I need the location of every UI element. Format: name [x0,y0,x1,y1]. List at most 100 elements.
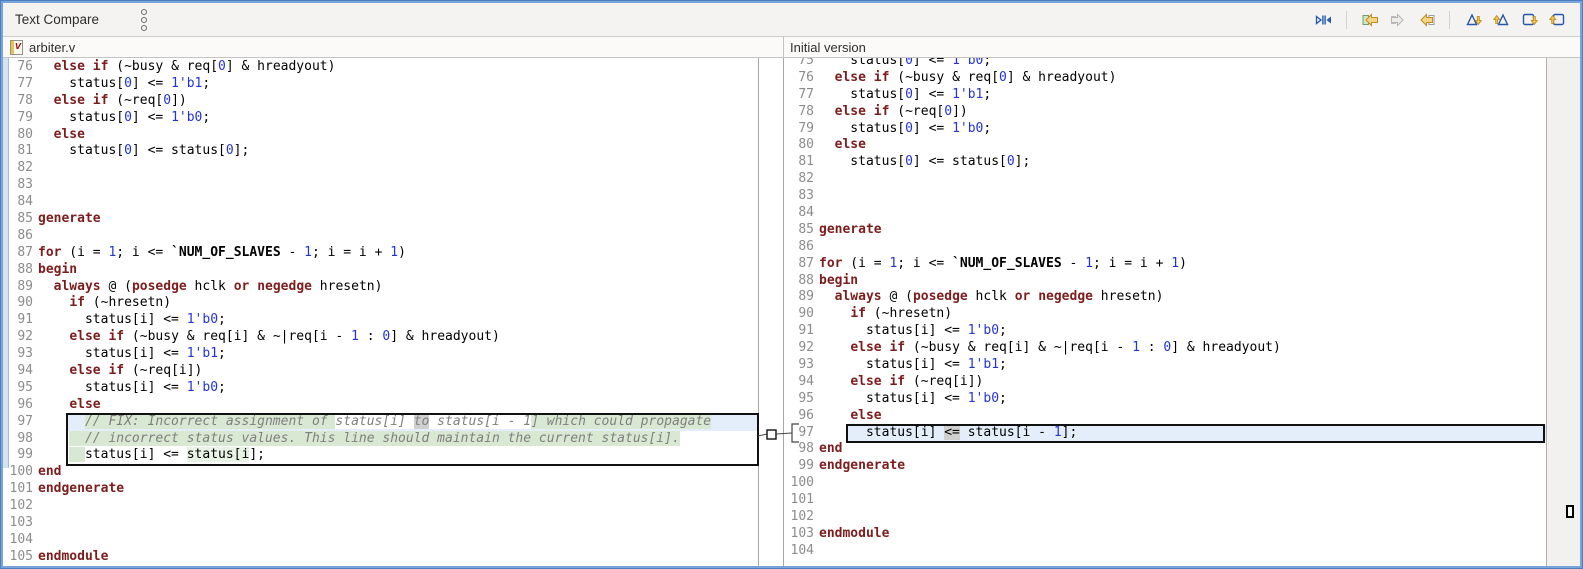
code-line-row: 80 else [3,127,758,144]
code-line[interactable]: begin [819,273,1546,290]
code-line[interactable]: else if (~busy & req[0] & hreadyout) [38,59,758,76]
code-line[interactable]: end [38,464,758,481]
code-line[interactable]: endmodule [38,549,758,566]
code-line-row: 87 for (i = 1; i <= `NUM_OF_SLAVES - 1; i… [3,245,758,262]
code-line[interactable]: endmodule [819,526,1546,543]
code-line[interactable]: // incorrect status values. This line sh… [38,430,758,448]
code-line[interactable]: else if (~req[0]) [38,93,758,110]
previous-change-icon[interactable] [1548,11,1566,29]
code-line[interactable]: for (i = 1; i <= `NUM_OF_SLAVES - 1; i =… [819,256,1546,273]
code-line-row: 103 endmodule [784,526,1546,543]
code-line[interactable]: end [819,441,1546,458]
code-line[interactable]: else [38,127,758,144]
code-line[interactable] [38,194,758,211]
left-file-label: arbiter.v [29,39,76,55]
right-pane-header: Initial version [783,37,1580,57]
overview-ruler[interactable] [1546,58,1580,566]
line-number: 105 [9,548,33,564]
code-line[interactable] [38,160,758,177]
code-line[interactable]: // FIX: Incorrect assignment of status[i… [38,413,758,431]
code-line[interactable]: status[0] <= 1'b1; [819,87,1546,104]
next-change-icon[interactable] [1520,11,1538,29]
line-number: 97 [798,424,814,440]
line-number: 84 [798,205,814,221]
code-line[interactable]: generate [819,222,1546,239]
code-line[interactable]: status[i] <= 1'b1; [819,357,1546,374]
line-number: 103 [790,525,814,541]
code-line[interactable]: else if (~req[i]) [38,363,758,380]
code-line[interactable]: begin [38,262,758,279]
right-code-pane[interactable]: 75 status[0] <= 1'b0; 76 else if (~busy &… [783,58,1546,566]
code-line[interactable] [819,492,1546,509]
code-line[interactable]: status[i] <= 1'b0; [819,391,1546,408]
code-line[interactable]: else if (~busy & req[0] & hreadyout) [819,70,1546,87]
next-difference-icon[interactable] [1464,11,1482,29]
code-line[interactable]: status[i] <= 1'b0; [38,380,758,397]
code-line-row: 104 [784,543,1546,560]
code-line[interactable] [819,188,1546,205]
line-number: 93 [798,357,814,373]
code-line[interactable]: else if (~req[0]) [819,104,1546,121]
code-line[interactable]: status[0] <= 1'b0; [38,110,758,127]
line-number: 101 [790,492,814,508]
code-line[interactable]: else [819,137,1546,154]
code-line[interactable]: if (~hresetn) [819,306,1546,323]
verilog-file-icon: v [10,39,23,55]
code-line[interactable]: status[0] <= 1'b1; [38,76,758,93]
copy-left-to-right-icon[interactable] [1389,11,1407,29]
code-line-row: 97 // FIX: Incorrect assignment of statu… [3,413,758,431]
code-line-row: 76 else if (~busy & req[0] & hreadyout) [3,59,758,76]
code-line[interactable]: status[0] <= 1'b0; [819,58,1546,70]
code-line[interactable]: endgenerate [819,458,1546,475]
line-number: 104 [9,531,33,547]
code-line[interactable] [38,177,758,194]
overview-diff-marker[interactable] [1566,505,1574,518]
code-line[interactable]: status[i] <= 1'b0; [819,323,1546,340]
code-line[interactable]: endgenerate [38,481,758,498]
code-line[interactable]: status[0] <= 1'b0; [819,121,1546,138]
compare-titlebar: Text Compare [3,3,1580,37]
code-line[interactable]: status[0] <= status[0]; [819,154,1546,171]
code-line[interactable] [819,205,1546,222]
code-line[interactable]: for (i = 1; i <= `NUM_OF_SLAVES - 1; i =… [38,245,758,262]
code-line[interactable]: else if (~busy & req[i] & ~|req[i - 1 : … [38,329,758,346]
code-line-row: 81 status[0] <= status[0]; [784,154,1546,171]
code-line[interactable]: status[i] <= status[i]; [38,447,758,464]
swap-left-right-icon[interactable] [1314,11,1332,29]
code-line[interactable]: else if (~req[i]) [819,374,1546,391]
code-line[interactable]: generate [38,211,758,228]
code-line[interactable] [819,543,1546,560]
code-line[interactable] [38,498,758,515]
code-line[interactable]: always @ (posedge hclk or negedge hreset… [38,279,758,296]
previous-difference-icon[interactable] [1492,11,1510,29]
code-line[interactable]: status[i] <= 1'b0; [38,312,758,329]
view-menu-icon[interactable] [141,8,148,31]
code-line[interactable] [38,515,758,532]
code-line[interactable] [819,509,1546,526]
line-number: 75 [798,58,814,68]
copy-right-to-left-icon[interactable] [1417,11,1435,29]
code-line[interactable]: status[0] <= status[0]; [38,143,758,160]
code-line[interactable]: else [819,408,1546,425]
code-line-row: 94 else if (~req[i]) [3,363,758,380]
code-line-row: 102 [3,498,758,515]
compare-toolbar [1314,10,1580,29]
code-line[interactable]: status[i] <= 1'b1; [38,346,758,363]
line-number: 102 [790,509,814,525]
copy-all-right-to-left-icon[interactable] [1361,11,1379,29]
code-line[interactable]: else [38,397,758,414]
code-line[interactable] [819,475,1546,492]
code-line[interactable] [38,228,758,245]
left-code-pane[interactable]: 76 else if (~busy & req[0] & hreadyout) 7… [3,58,759,566]
line-number: 82 [798,171,814,187]
code-line[interactable]: always @ (posedge hclk or negedge hreset… [819,289,1546,306]
code-line[interactable]: else if (~busy & req[i] & ~|req[i - 1 : … [819,340,1546,357]
code-line[interactable]: if (~hresetn) [38,295,758,312]
code-line[interactable] [38,532,758,549]
code-line-row: 92 else if (~busy & req[i] & ~|req[i - 1… [3,329,758,346]
code-line[interactable] [819,171,1546,188]
line-number: 81 [798,154,814,170]
code-line[interactable]: status[i] <= status[i - 1]; [819,424,1546,442]
code-line-row: 88 begin [3,262,758,279]
code-line[interactable] [819,239,1546,256]
